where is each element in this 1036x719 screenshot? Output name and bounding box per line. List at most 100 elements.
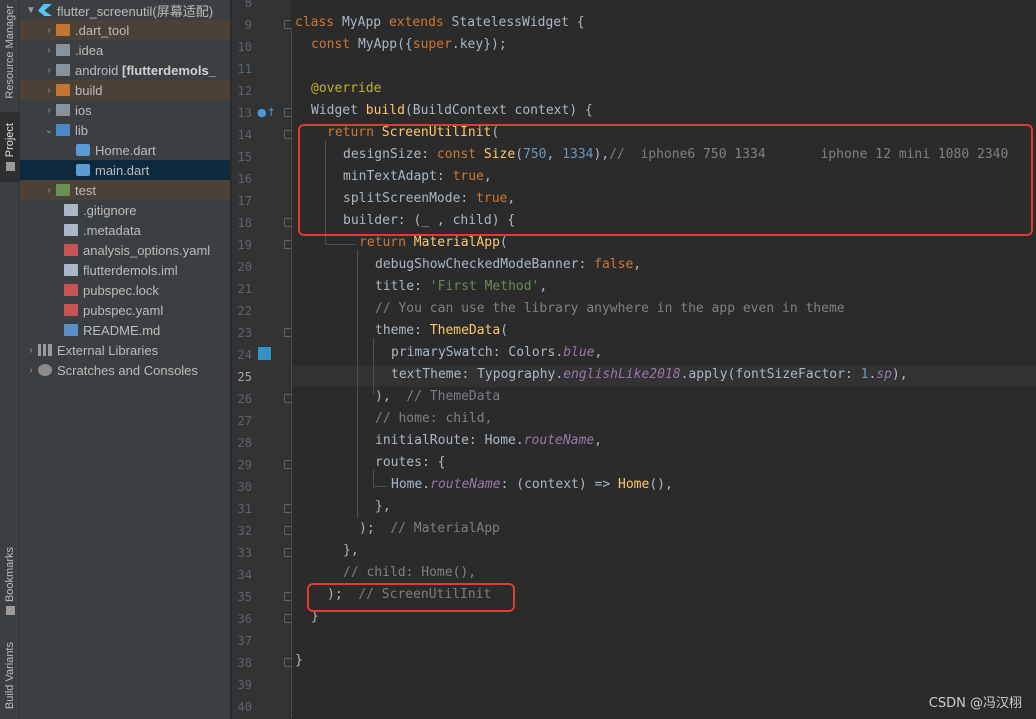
tab-project[interactable]: Project [0,112,20,182]
chevron-down-icon[interactable]: ⌄ [42,125,56,136]
tree-item-lib[interactable]: ⌄ lib [20,120,230,140]
override-method-icon[interactable]: ●↑ [257,106,276,119]
tree-item-label: .metadata [83,222,141,238]
dart-file-icon [76,164,90,176]
yaml-file-icon [64,284,78,296]
tree-item-label: README.md [83,322,161,338]
project-tree: ▼ flutter_screenutil(屏幕适配) › .dart_tool … [20,0,231,719]
tree-item-analysis-options[interactable]: analysis_options.yaml [20,240,230,260]
tree-item-home-dart[interactable]: Home.dart [20,140,230,160]
tab-resource-manager-label: Resource Manager [4,5,16,99]
file-icon [64,224,78,236]
code-line-21: title: 'First Method', [375,279,548,294]
line-number: 26 [237,392,252,406]
tree-item-dart-tool[interactable]: › .dart_tool [20,20,230,40]
tree-item-pubspec-lock[interactable]: pubspec.lock [20,280,230,300]
chevron-right-icon[interactable]: › [24,345,38,356]
tree-item-label: analysis_options.yaml [83,242,211,258]
folder-icon [5,161,15,171]
color-swatch-icon[interactable] [258,347,271,360]
code-line-29: routes: { [375,455,446,470]
line-number: 32 [237,524,252,538]
tree-item-label: lib [75,122,89,138]
tree-item-label: pubspec.lock [83,282,159,298]
tree-item-build[interactable]: › build [20,80,230,100]
tab-build-variants[interactable]: Build Variants [0,636,20,716]
tree-item-ios[interactable]: › ios [20,100,230,120]
line-number: 40 [237,700,252,714]
tree-item-android[interactable]: › android [flutterdemols_ [20,60,230,80]
line-number: 12 [237,84,252,98]
yaml-file-icon [64,304,78,316]
code-line-12: @override [311,81,382,96]
code-line-34: // child: Home(), [343,565,477,580]
line-number: 37 [237,634,252,648]
scratches-icon [38,364,52,376]
chevron-right-icon[interactable]: › [42,25,56,36]
tree-item-pubspec-yaml[interactable]: pubspec.yaml [20,300,230,320]
tab-bookmarks[interactable]: Bookmarks [0,540,20,622]
tree-item-label: test [75,182,96,198]
code-line-38: } [295,653,303,668]
line-number: 36 [237,612,252,626]
code-line-28: initialRoute: Home.routeName, [375,433,602,448]
chevron-right-icon[interactable]: › [42,45,56,56]
markdown-file-icon [64,324,78,336]
tab-project-label: Project [4,123,16,158]
highlight-box-screenutilinit-params [298,124,1033,236]
tree-item-gitignore[interactable]: .gitignore [20,200,230,220]
tab-bookmarks-label: Bookmarks [4,546,16,603]
chevron-right-icon[interactable]: › [42,185,56,196]
chevron-right-icon[interactable]: › [42,65,56,76]
yaml-file-icon [64,244,78,256]
folder-icon [56,44,70,56]
chevron-down-icon[interactable]: ▼ [24,5,38,16]
line-number: 27 [237,414,252,428]
line-number: 38 [237,656,252,670]
tree-item-main-dart[interactable]: main.dart [20,160,230,180]
chevron-right-icon[interactable]: › [42,85,56,96]
code-line-31: }, [375,499,391,514]
tab-resource-manager[interactable]: Resource Manager [0,0,20,104]
code-line-20: debugShowCheckedModeBanner: false, [375,257,642,272]
code-line-26: ), // ThemeData [375,389,501,404]
line-number: 23 [237,326,252,340]
tree-item-readme[interactable]: README.md [20,320,230,340]
line-number: 9 [244,18,252,32]
chevron-right-icon[interactable]: › [42,105,56,116]
tree-item-label: .gitignore [83,202,137,218]
line-number: 14 [237,128,252,142]
line-number: 16 [237,172,252,186]
line-number: 18 [237,216,252,230]
code-line-27: // home: child, [375,411,493,426]
tree-item-label: ios [75,102,92,118]
code-line-13: Widget build(BuildContext context) { [311,103,593,118]
line-number: 15 [237,150,252,164]
module-name: [flutterdemols_ [122,62,216,78]
tree-item-label: .dart_tool [75,22,130,38]
tree-item-metadata[interactable]: .metadata [20,220,230,240]
line-number: 39 [237,678,252,692]
line-number: 13 [237,106,252,120]
tree-item-root[interactable]: ▼ flutter_screenutil(屏幕适配) [20,0,230,20]
code-line-32: ); // MaterialApp [359,521,500,536]
indent-guide [357,250,358,518]
tree-item-label: External Libraries [57,342,159,358]
line-number: 21 [237,282,252,296]
folder-icon [56,124,70,136]
line-number: 35 [237,590,252,604]
code-line-25: textTheme: Typography.englishLike2018.ap… [391,367,908,382]
code-line-33: }, [343,543,359,558]
tree-item-iml[interactable]: flutterdemols.iml [20,260,230,280]
tree-item-scratches[interactable]: › Scratches and Consoles [20,360,230,380]
tree-item-label: Scratches and Consoles [57,362,198,378]
code-line-23: theme: ThemeData( [375,323,509,338]
chevron-right-icon[interactable]: › [24,365,38,376]
tree-item-external-libraries[interactable]: › External Libraries [20,340,230,360]
tree-item-label: build [75,82,103,98]
line-number: 8 [244,0,252,10]
tree-item-idea[interactable]: › .idea [20,40,230,60]
tree-item-test[interactable]: › test [20,180,230,200]
line-number: 24 [237,348,252,362]
line-number: 22 [237,304,252,318]
